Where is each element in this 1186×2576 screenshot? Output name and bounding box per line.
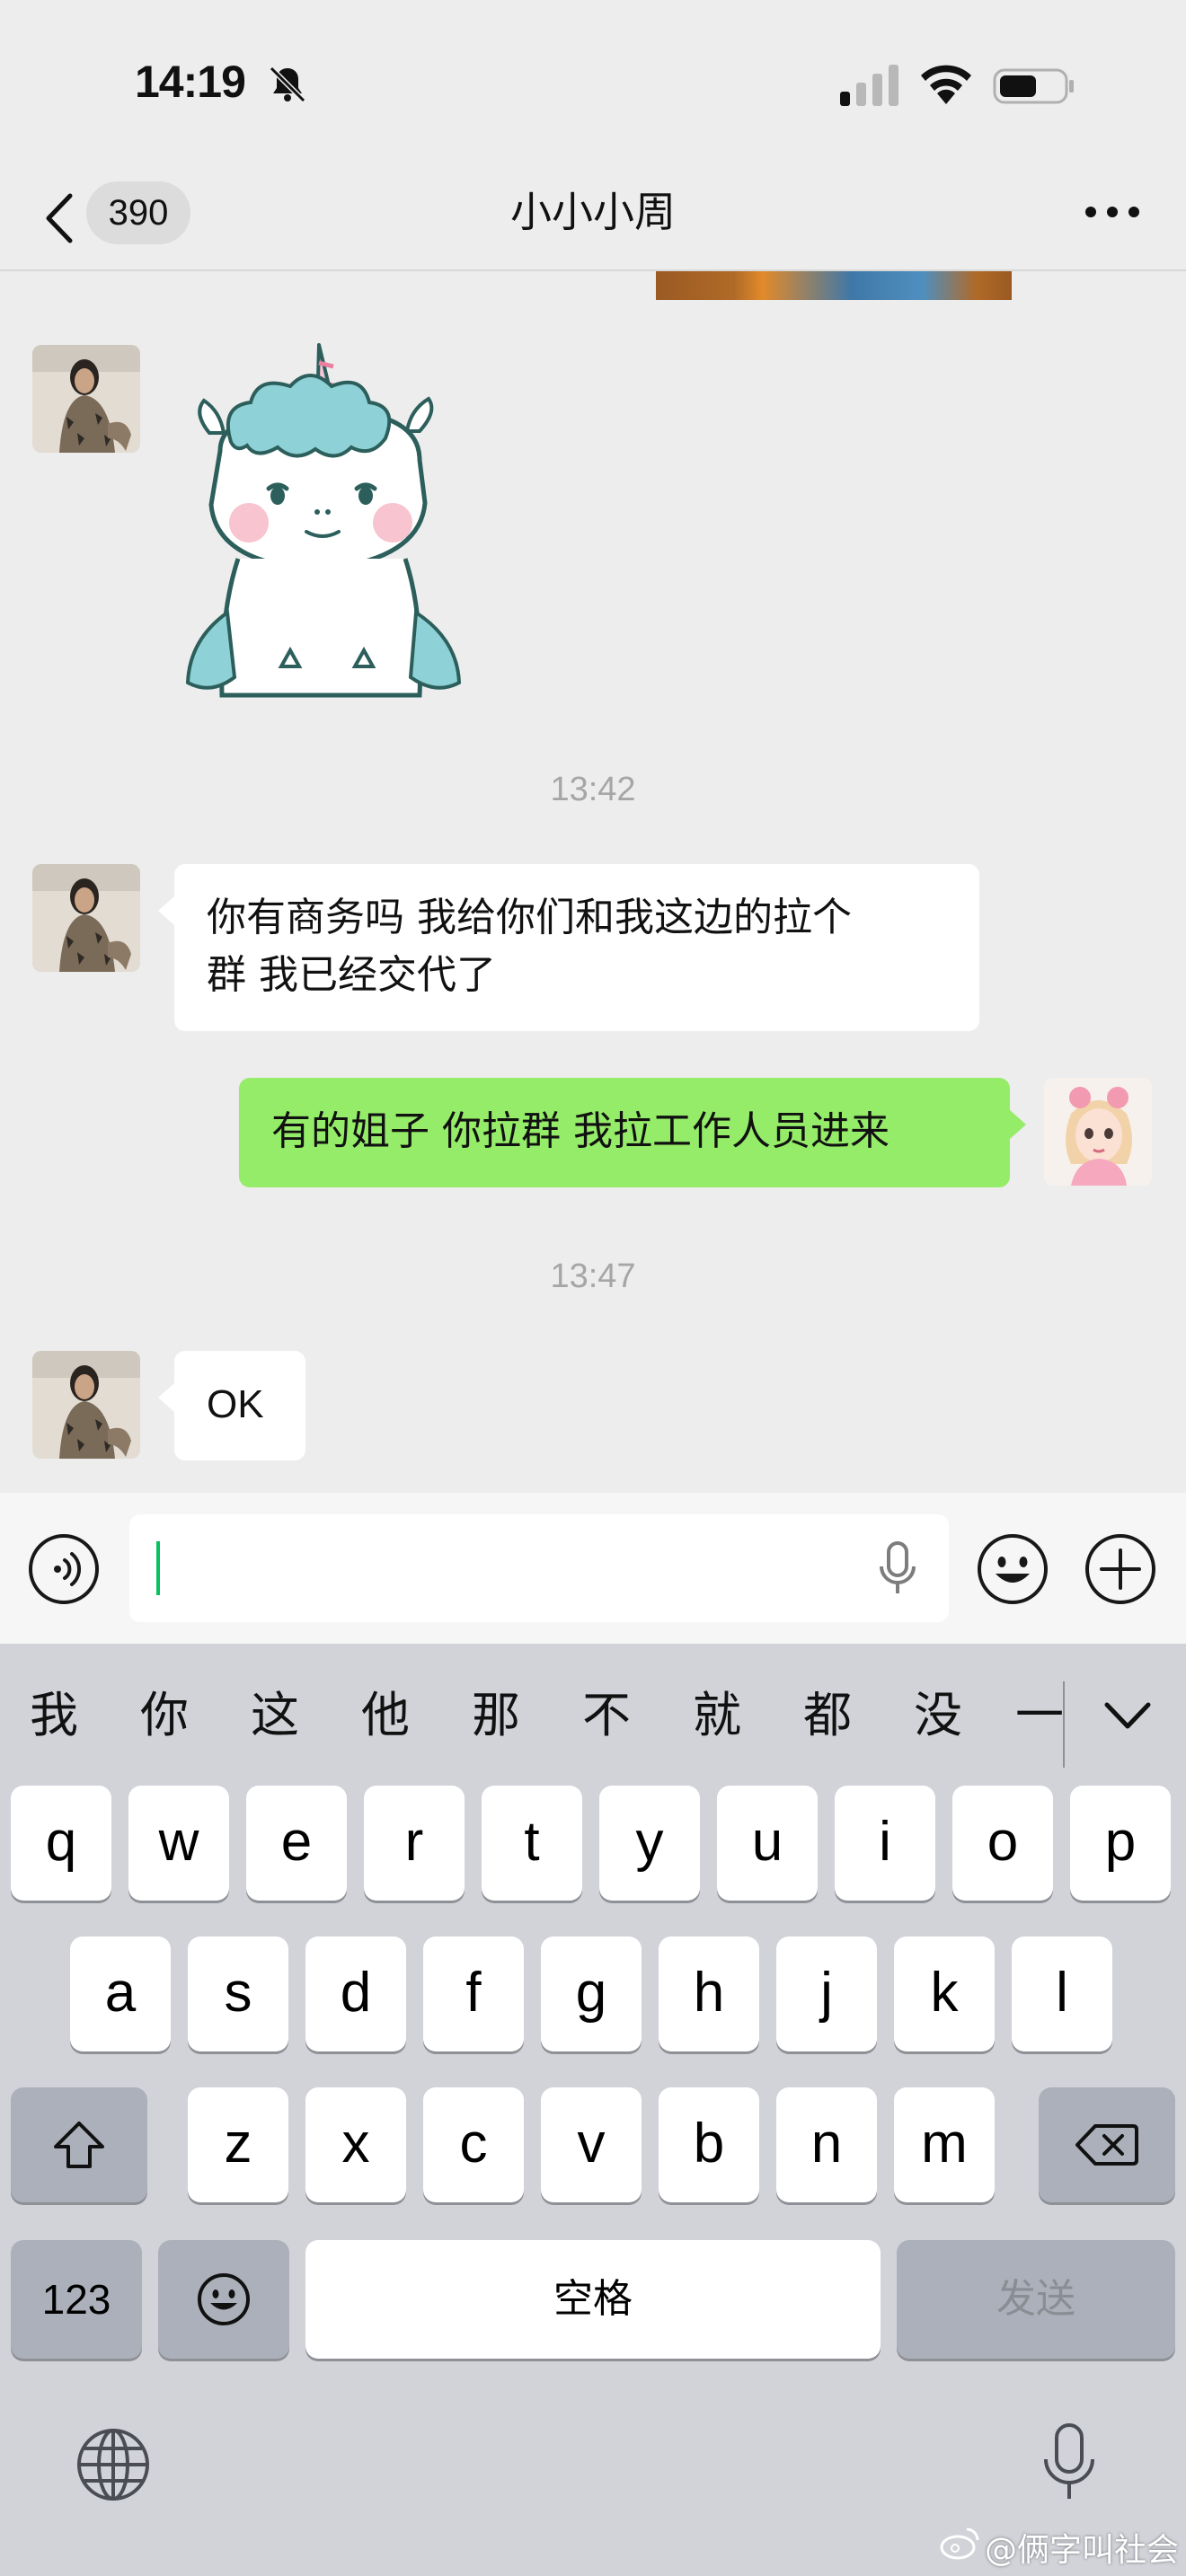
received-message-bubble[interactable]: 你有商务吗 我给你们和我这边的拉个 群 我已经交代了 <box>158 864 979 1031</box>
key-t[interactable]: t <box>482 1786 582 1901</box>
keyboard: 我 你 这 他 那 不 就 都 没 一 q w e r t y u i o p … <box>0 1644 1186 2576</box>
message-text-line: 你有商务吗 我给你们和我这边的拉个 <box>207 895 852 940</box>
my-avatar[interactable] <box>1044 1078 1152 1186</box>
candidate-word[interactable]: 没 <box>902 1680 974 1751</box>
message-text-input[interactable] <box>129 1514 949 1622</box>
key-b[interactable]: b <box>659 2087 759 2202</box>
key-p[interactable]: p <box>1070 1786 1171 1901</box>
candidate-word[interactable]: 他 <box>350 1680 421 1751</box>
candidate-word[interactable]: 我 <box>18 1680 90 1751</box>
chat-header: 390 小小小周 <box>0 171 1186 269</box>
more-options-icon[interactable] <box>1078 185 1146 239</box>
contact-avatar[interactable] <box>32 1351 140 1459</box>
candidate-word[interactable]: 你 <box>128 1680 200 1751</box>
backspace-key[interactable] <box>1039 2087 1175 2202</box>
key-z[interactable]: z <box>188 2087 288 2202</box>
key-q[interactable]: q <box>11 1786 111 1901</box>
shift-key[interactable] <box>11 2087 147 2202</box>
key-y[interactable]: y <box>599 1786 700 1901</box>
dictation-mic-icon[interactable] <box>1040 2422 1098 2504</box>
back-arrow-icon[interactable] <box>38 187 83 250</box>
message-text: OK <box>207 1382 264 1426</box>
battery-icon <box>993 68 1074 104</box>
key-f[interactable]: f <box>423 1936 524 2051</box>
candidate-word[interactable]: 这 <box>239 1680 311 1751</box>
numbers-key[interactable]: 123 <box>11 2240 142 2359</box>
key-i[interactable]: i <box>835 1786 935 1901</box>
key-e[interactable]: e <box>246 1786 347 1901</box>
emoji-icon <box>198 2273 250 2325</box>
cellular-signal-icon <box>840 65 898 106</box>
weibo-logo-icon <box>940 2527 979 2560</box>
key-n[interactable]: n <box>776 2087 877 2202</box>
key-c[interactable]: c <box>423 2087 524 2202</box>
key-m[interactable]: m <box>894 2087 995 2202</box>
send-key[interactable]: 发送 <box>897 2240 1175 2359</box>
bell-muted-icon <box>269 66 306 103</box>
key-u[interactable]: u <box>717 1786 818 1901</box>
previous-image-message[interactable] <box>656 271 1012 300</box>
key-h[interactable]: h <box>659 1936 759 2051</box>
sent-message-bubble[interactable]: 有的姐子 你拉群 我拉工作人员进来 <box>239 1078 1026 1187</box>
key-d[interactable]: d <box>305 1936 406 2051</box>
received-message-bubble[interactable]: OK <box>158 1351 305 1460</box>
key-x[interactable]: x <box>305 2087 406 2202</box>
message-input-bar <box>0 1493 1186 1644</box>
unicorn-sticker[interactable] <box>184 343 465 711</box>
candidate-word[interactable]: 不 <box>571 1680 642 1751</box>
key-w[interactable]: w <box>128 1786 229 1901</box>
key-r[interactable]: r <box>364 1786 465 1901</box>
message-text-line: 群 我已经交代了 <box>207 952 496 998</box>
watermark-text: @俩字叫社会 <box>985 2532 1180 2569</box>
key-g[interactable]: g <box>541 1936 642 2051</box>
text-caret <box>156 1541 160 1595</box>
candidate-bar: 我 你 这 他 那 不 就 都 没 一 <box>0 1644 1186 1787</box>
message-list[interactable]: 13:42 你有商务吗 我给你们和我这边的拉个 群 我已经交代了 有的姐子 你拉… <box>0 271 1186 1493</box>
wifi-icon <box>921 65 971 104</box>
globe-icon[interactable] <box>75 2427 151 2502</box>
candidate-word[interactable]: 一 <box>1013 1680 1067 1751</box>
chevron-down-icon[interactable] <box>1096 1690 1159 1741</box>
emoji-icon[interactable] <box>976 1532 1049 1606</box>
message-timestamp: 13:42 <box>550 771 636 808</box>
message-timestamp: 13:47 <box>550 1257 636 1295</box>
shift-arrow-icon <box>54 2122 104 2168</box>
key-l[interactable]: l <box>1012 1936 1112 2051</box>
voice-input-mic-icon[interactable] <box>877 1539 918 1597</box>
status-time: 14:19 <box>135 57 246 107</box>
space-key[interactable]: 空格 <box>305 2240 881 2359</box>
message-text: 有的姐子 你拉群 我拉工作人员进来 <box>271 1108 890 1154</box>
backspace-icon <box>1075 2124 1138 2166</box>
key-v[interactable]: v <box>541 2087 642 2202</box>
key-s[interactable]: s <box>188 1936 288 2051</box>
add-attachment-icon[interactable] <box>1084 1532 1157 1606</box>
voice-mode-icon[interactable] <box>27 1532 101 1606</box>
contact-avatar[interactable] <box>32 864 140 972</box>
emoji-key[interactable] <box>158 2240 289 2359</box>
key-j[interactable]: j <box>776 1936 877 2051</box>
unread-count-badge[interactable]: 390 <box>86 181 190 244</box>
status-bar: 14:19 <box>0 0 1186 171</box>
contact-avatar[interactable] <box>32 345 140 453</box>
key-a[interactable]: a <box>70 1936 171 2051</box>
candidate-word[interactable]: 都 <box>792 1680 863 1751</box>
candidate-word[interactable]: 那 <box>460 1680 532 1751</box>
key-o[interactable]: o <box>952 1786 1053 1901</box>
candidate-word[interactable]: 就 <box>681 1680 753 1751</box>
candidate-separator <box>1063 1681 1065 1768</box>
key-k[interactable]: k <box>894 1936 995 2051</box>
